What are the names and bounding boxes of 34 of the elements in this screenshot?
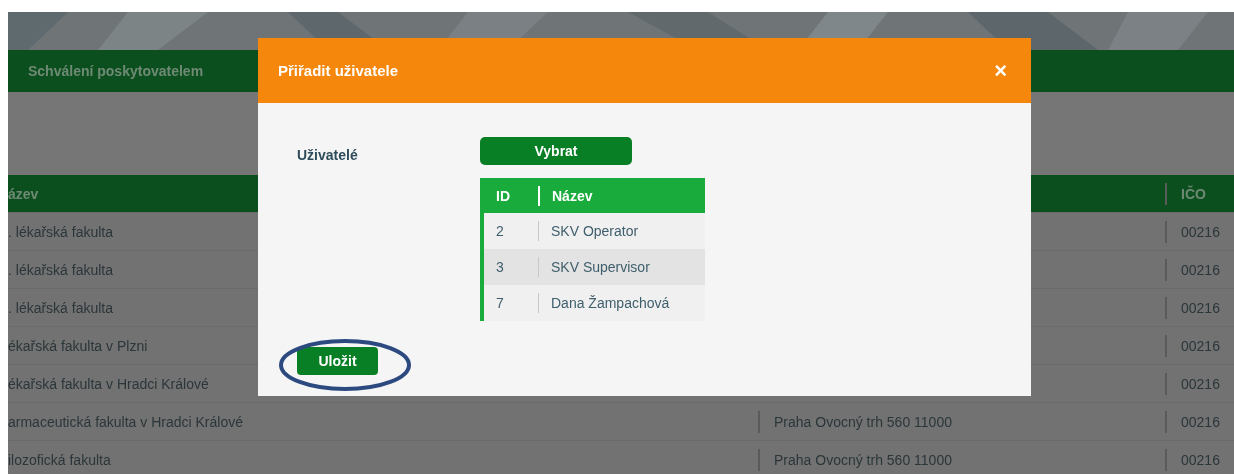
table-cell-text: 3 [495, 259, 505, 275]
table-cell: ékařská fakulta v Hradci Králové [8, 375, 209, 392]
table-cell: 00216 [1165, 220, 1220, 243]
column-header: ID [495, 187, 511, 204]
table-cell: SKV Operator [538, 221, 639, 241]
table-cell-text: 2 [495, 223, 505, 239]
column-header: Název [538, 185, 593, 206]
table-cell: . lékařská fakulta [8, 261, 114, 278]
select-button[interactable]: Vybrat [480, 137, 632, 165]
table-cell: 00216 [1165, 258, 1220, 281]
table-cell: ékařská fakulta v Plzni [8, 337, 148, 354]
table-cell: armaceutická fakulta v Hradci Králové [8, 413, 243, 430]
column-header[interactable]: IČO [1165, 182, 1206, 205]
table-cell: Praha Ovocný trh 560 11000 [758, 448, 952, 471]
table-cell: 00216 [1165, 296, 1220, 319]
column-header[interactable]: ázev [8, 185, 39, 202]
table-cell: . lékařská fakulta [8, 223, 114, 240]
save-button[interactable]: Uložit [297, 347, 378, 375]
table-cell: 00216 [1165, 410, 1220, 433]
table-cell: Dana Žampachová [538, 293, 670, 313]
field-label: Uživatelé [297, 147, 359, 165]
user-row[interactable]: 7 Dana Žampachová [480, 285, 705, 321]
table-cell: Praha Ovocný trh 560 11000 [758, 410, 952, 433]
table-cell: 00216 [1165, 448, 1220, 471]
nav-item[interactable]: Schválení poskytovatelem [28, 63, 204, 79]
table-cell: 00216 [1165, 372, 1220, 395]
user-row[interactable]: 2 SKV Operator [480, 213, 705, 249]
table-cell: . lékařská fakulta [8, 299, 114, 316]
dialog-title: Přiřadit uživatele [278, 62, 399, 79]
table-cell: 00216 [1165, 334, 1220, 357]
table-cell: ilozofická fakulta [8, 451, 111, 468]
table-cell-text: 7 [495, 295, 505, 311]
table-cell: SKV Supervisor [538, 257, 650, 277]
user-row[interactable]: 3 SKV Supervisor [480, 249, 705, 285]
